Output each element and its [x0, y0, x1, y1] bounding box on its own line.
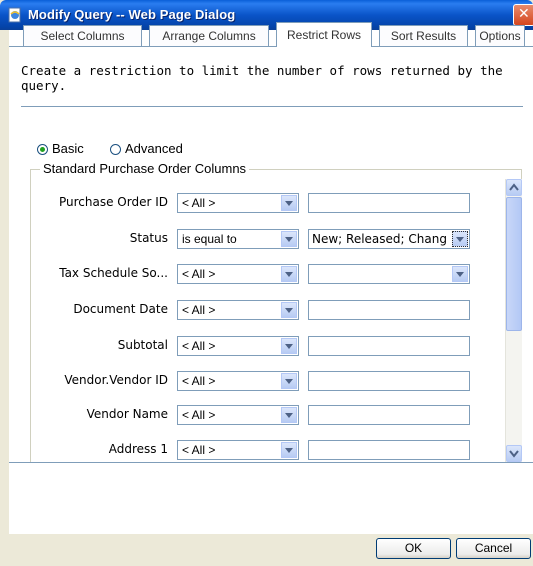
operator-value: < All > [182, 443, 216, 457]
operator-select[interactable]: < All > [177, 264, 299, 284]
scroll-thumb[interactable] [506, 197, 522, 331]
operator-value: < All > [182, 303, 216, 317]
operator-select[interactable]: is equal to [177, 229, 299, 249]
value-input[interactable] [308, 440, 470, 460]
value-input[interactable] [308, 405, 470, 425]
chevron-down-icon[interactable] [281, 442, 297, 458]
row-label: Tax Schedule So... [59, 266, 168, 280]
operator-value: < All > [182, 267, 216, 281]
ie-page-icon [8, 7, 21, 23]
close-icon: ✕ [518, 6, 530, 22]
chevron-down-icon[interactable] [281, 302, 297, 318]
tab-select-columns[interactable]: Select Columns [23, 25, 142, 46]
tab-sort-results[interactable]: Sort Results [379, 25, 468, 46]
scroll-down-button[interactable] [506, 445, 522, 462]
status-multiselect[interactable]: New; Released; Chang [308, 229, 470, 249]
chevron-down-icon[interactable] [452, 266, 468, 282]
cancel-button[interactable]: Cancel [456, 538, 531, 559]
operator-select[interactable]: < All > [177, 405, 299, 425]
row-label: Purchase Order ID [58, 195, 168, 209]
value-text: New; Released; Chang [312, 232, 447, 246]
operator-select[interactable]: < All > [177, 336, 299, 356]
basic-radio[interactable] [37, 144, 48, 155]
ok-button[interactable]: OK [376, 538, 451, 559]
chevron-down-icon[interactable] [452, 231, 468, 247]
operator-select[interactable]: < All > [177, 440, 299, 460]
row-label: Status [129, 231, 168, 245]
operator-select[interactable]: < All > [177, 371, 299, 391]
value-input[interactable] [308, 336, 470, 356]
operator-value: is equal to [182, 232, 237, 246]
value-input[interactable] [308, 193, 470, 213]
chevron-down-icon [509, 450, 519, 458]
operator-value: < All > [182, 374, 216, 388]
tab-options[interactable]: Options [475, 25, 525, 46]
tab-strip-border [9, 46, 533, 47]
chevron-down-icon[interactable] [281, 338, 297, 354]
chevron-down-icon[interactable] [281, 407, 297, 423]
tab-arrange-columns[interactable]: Arrange Columns [149, 25, 269, 46]
row-label: Subtotal [117, 338, 168, 352]
chevron-down-icon[interactable] [281, 195, 297, 211]
row-label: Address 1 [108, 442, 168, 456]
advanced-radio[interactable] [110, 144, 121, 155]
advanced-radio-label[interactable]: Advanced [125, 141, 183, 156]
operator-value: < All > [182, 339, 216, 353]
operator-select[interactable]: < All > [177, 300, 299, 320]
operator-value: < All > [182, 196, 216, 210]
basic-radio-label[interactable]: Basic [52, 141, 84, 156]
chevron-down-icon[interactable] [281, 231, 297, 247]
row-label: Vendor Name [86, 407, 168, 421]
button-bar [9, 534, 533, 566]
chevron-down-icon[interactable] [281, 266, 297, 282]
restriction-description: Create a restriction to limit the number… [21, 63, 503, 93]
row-label: Document Date [73, 302, 168, 316]
value-select[interactable] [308, 264, 470, 284]
dialog-window: Modify Query -- Web Page Dialog ✕ Select… [0, 0, 533, 566]
vertical-scrollbar[interactable] [505, 179, 522, 463]
row-label: Vendor.Vendor ID [64, 373, 168, 387]
value-input[interactable] [308, 300, 470, 320]
separator [21, 106, 523, 107]
window-title: Modify Query -- Web Page Dialog [28, 7, 236, 22]
chevron-down-icon[interactable] [281, 373, 297, 389]
close-button[interactable]: ✕ [513, 4, 533, 26]
scroll-up-button[interactable] [506, 179, 522, 196]
value-input[interactable] [308, 371, 470, 391]
chevron-up-icon [509, 183, 519, 191]
content-bottom-border [9, 462, 533, 463]
operator-value: < All > [182, 408, 216, 422]
operator-select[interactable]: < All > [177, 193, 299, 213]
tab-restrict-rows[interactable]: Restrict Rows [276, 22, 372, 47]
group-title: Standard Purchase Order Columns [40, 161, 250, 176]
